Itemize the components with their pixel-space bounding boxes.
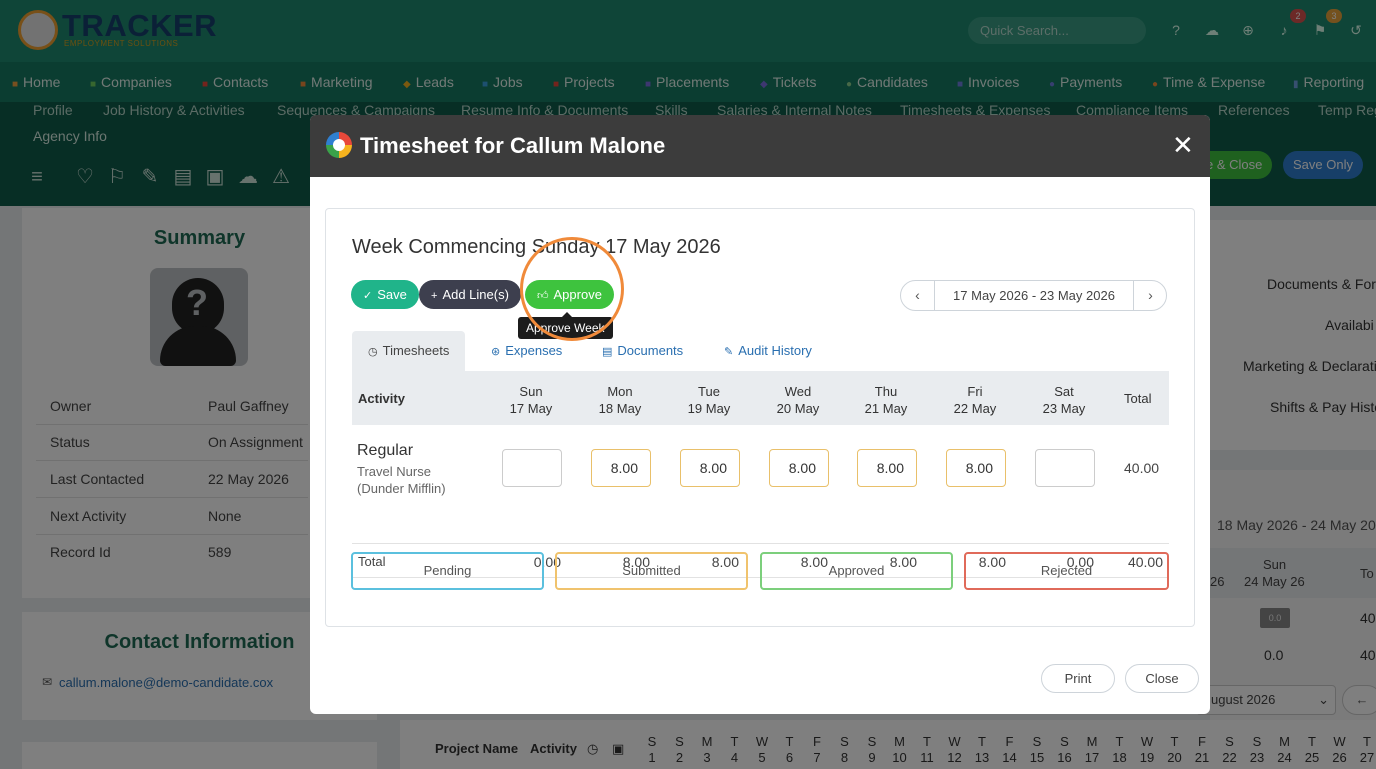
document-icon: ▤ bbox=[602, 346, 613, 358]
edit-icon: ✎ bbox=[724, 346, 734, 358]
hours-input-mon[interactable]: 8.00 bbox=[591, 449, 651, 487]
status-approved[interactable]: Approved bbox=[760, 552, 953, 590]
day-header-tue: Tue 19 May bbox=[687, 384, 731, 416]
status-rejected[interactable]: Rejected bbox=[964, 552, 1169, 590]
prev-week-button[interactable]: ‹ bbox=[901, 281, 934, 310]
date-navigator: ‹ 17 May 2026 - 23 May 2026 › bbox=[900, 280, 1167, 311]
total-header: Total bbox=[1124, 391, 1152, 406]
hours-input-thu[interactable]: 8.00 bbox=[857, 449, 917, 487]
coin-icon: ⊛ bbox=[491, 346, 501, 358]
tab-audit-history[interactable]: ✎ Audit History bbox=[724, 331, 812, 371]
tab-documents-label: Documents bbox=[617, 343, 684, 358]
print-button[interactable]: Print bbox=[1041, 664, 1115, 693]
table-header: Activity Sun 17 May Mon 18 May Tue 19 May W… bbox=[352, 371, 1169, 425]
close-button[interactable]: Close bbox=[1125, 664, 1199, 693]
day-header-wed: Wed 20 May bbox=[776, 384, 820, 416]
date-range: 17 May 2026 - 23 May 2026 bbox=[934, 281, 1134, 310]
tab-expenses-label: Expenses bbox=[505, 343, 563, 358]
highlight-ring bbox=[520, 237, 624, 341]
day-header-thu: Thu 21 May bbox=[864, 384, 908, 416]
tab-expenses[interactable]: ⊛ Expenses bbox=[491, 331, 562, 371]
status-pending[interactable]: Pending bbox=[351, 552, 544, 590]
app-logo-icon bbox=[326, 132, 352, 158]
close-icon[interactable]: ✕ bbox=[1172, 131, 1194, 159]
tab-timesheets[interactable]: ◷ Timesheets bbox=[352, 331, 466, 371]
tab-audit-history-label: Audit History bbox=[738, 343, 812, 358]
day-header-mon: Mon 18 May bbox=[598, 384, 642, 416]
day-header-sun: Sun 17 May bbox=[509, 384, 553, 416]
save-button[interactable]: ✓ Save bbox=[351, 280, 419, 309]
day-header-fri: Fri 22 May bbox=[953, 384, 997, 416]
tab-documents[interactable]: ▤ Documents bbox=[602, 331, 683, 371]
modal-title: Timesheet for Callum Malone bbox=[360, 133, 666, 158]
activity-description: Travel Nurse (Dunder Mifflin) bbox=[357, 464, 446, 496]
day-header-sat: Sat 23 May bbox=[1042, 384, 1086, 416]
hours-input-wed[interactable]: 8.00 bbox=[769, 449, 829, 487]
status-submitted[interactable]: Submitted bbox=[555, 552, 748, 590]
hours-input-fri[interactable]: 8.00 bbox=[946, 449, 1006, 487]
divider bbox=[352, 543, 1169, 544]
row-total: 40.00 bbox=[1124, 460, 1160, 476]
next-week-button[interactable]: › bbox=[1134, 281, 1167, 310]
hours-input-sat[interactable] bbox=[1035, 449, 1095, 487]
activity-header: Activity bbox=[358, 391, 405, 406]
check-icon: ✓ bbox=[363, 290, 373, 302]
add-lines-label: Add Line(s) bbox=[442, 287, 509, 302]
modal-header: Timesheet for Callum Malone ✕ bbox=[310, 115, 1210, 177]
hours-input-tue[interactable]: 8.00 bbox=[680, 449, 740, 487]
save-label: Save bbox=[377, 287, 407, 302]
clock-icon: ◷ bbox=[368, 346, 378, 358]
add-lines-button[interactable]: + Add Line(s) bbox=[419, 280, 521, 309]
plus-icon: + bbox=[431, 290, 438, 302]
hours-input-sun[interactable] bbox=[502, 449, 562, 487]
timesheet-modal: Timesheet for Callum Malone ✕ Week Comme… bbox=[310, 115, 1210, 714]
tab-timesheets-label: Timesheets bbox=[382, 343, 450, 358]
activity-name: Regular bbox=[357, 442, 414, 459]
